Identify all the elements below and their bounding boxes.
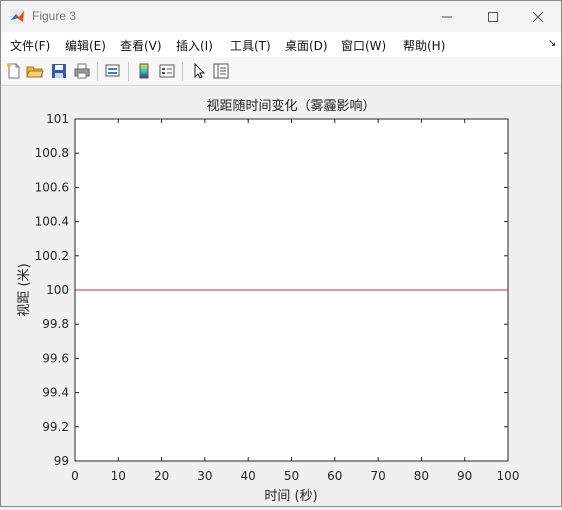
matlab-icon — [10, 9, 25, 24]
save-icon[interactable] — [50, 62, 68, 80]
menu-view[interactable]: 查看(V) — [120, 37, 162, 54]
menu-overflow-icon[interactable]: ↘ — [548, 38, 556, 49]
menu-window[interactable]: 窗口(W) — [341, 37, 386, 54]
menu-tools[interactable]: 工具(T) — [230, 37, 271, 54]
x-tick-label: 30 — [197, 469, 212, 483]
menu-insert[interactable]: 插入(I) — [176, 37, 213, 54]
legend-icon[interactable] — [158, 62, 176, 80]
menu-help[interactable]: 帮助(H) — [403, 37, 445, 54]
maximize-button[interactable] — [470, 1, 516, 32]
colorbar-icon[interactable] — [135, 62, 153, 80]
y-axis-label: 视距 (米) — [17, 263, 32, 316]
y-tick-label: 100 — [46, 283, 69, 297]
x-tick-label: 80 — [414, 469, 429, 483]
x-tick-label: 70 — [370, 469, 385, 483]
x-tick-label: 0 — [71, 469, 79, 483]
new-figure-icon[interactable] — [5, 62, 23, 80]
x-tick-label: 10 — [111, 469, 126, 483]
menu-bar: 文件(F) 编辑(E) 查看(V) 插入(I) 工具(T) 桌面(D) 窗口(W… — [1, 32, 561, 57]
toolbar — [1, 57, 561, 86]
x-tick-label: 60 — [327, 469, 342, 483]
x-tick-label: 90 — [457, 469, 472, 483]
y-tick-label: 99.2 — [42, 420, 69, 434]
x-tick-label: 20 — [154, 469, 169, 483]
link-plot-icon[interactable] — [104, 62, 122, 80]
x-tick-label: 100 — [497, 469, 520, 483]
toolbar-separator — [128, 62, 129, 81]
y-tick-label: 100.2 — [35, 249, 69, 263]
y-tick-label: 99.4 — [42, 386, 69, 400]
pointer-icon[interactable] — [190, 62, 208, 80]
y-tick-label: 99.6 — [42, 351, 69, 365]
x-tick-label: 40 — [241, 469, 256, 483]
figure-canvas: 视距随时间变化（雾霾影响） 0 10 20 30 40 50 60 70 80 90 100 99 9… — [1, 86, 561, 506]
menu-file[interactable]: 文件(F) — [10, 37, 50, 54]
minimize-icon — [442, 16, 452, 17]
maximize-icon — [488, 11, 498, 22]
menu-edit[interactable]: 编辑(E) — [65, 37, 106, 54]
toolbar-separator — [182, 62, 183, 81]
open-file-icon[interactable] — [26, 62, 44, 80]
toolbar-separator — [97, 62, 98, 81]
figure-window: Figure 3 文件(F) 编辑(E) 查看(V) 插入(I) 工具(T) 桌… — [0, 0, 562, 507]
x-tick-label: 50 — [284, 469, 299, 483]
y-tick-label: 100.8 — [35, 146, 69, 160]
chart-title: 视距随时间变化（雾霾影响） — [206, 98, 375, 114]
y-tick-label: 99.8 — [42, 317, 69, 331]
window-title: Figure 3 — [32, 9, 77, 23]
title-bar[interactable]: Figure 3 — [1, 1, 561, 32]
y-tick-label: 100.4 — [35, 215, 69, 229]
menu-desktop[interactable]: 桌面(D) — [285, 37, 328, 54]
print-icon[interactable] — [73, 62, 91, 80]
y-tick-label: 101 — [46, 112, 69, 126]
x-axis-label: 时间 (秒) — [264, 489, 317, 504]
property-inspector-icon[interactable] — [212, 62, 230, 80]
close-button[interactable] — [515, 1, 561, 32]
chart: 视距随时间变化（雾霾影响） 0 10 20 30 40 50 60 70 80 90 100 99 9… — [17, 98, 520, 504]
y-tick-label: 100.6 — [35, 180, 69, 194]
y-tick-label: 99 — [54, 454, 69, 468]
close-icon — [532, 11, 544, 22]
minimize-button[interactable] — [424, 1, 470, 32]
